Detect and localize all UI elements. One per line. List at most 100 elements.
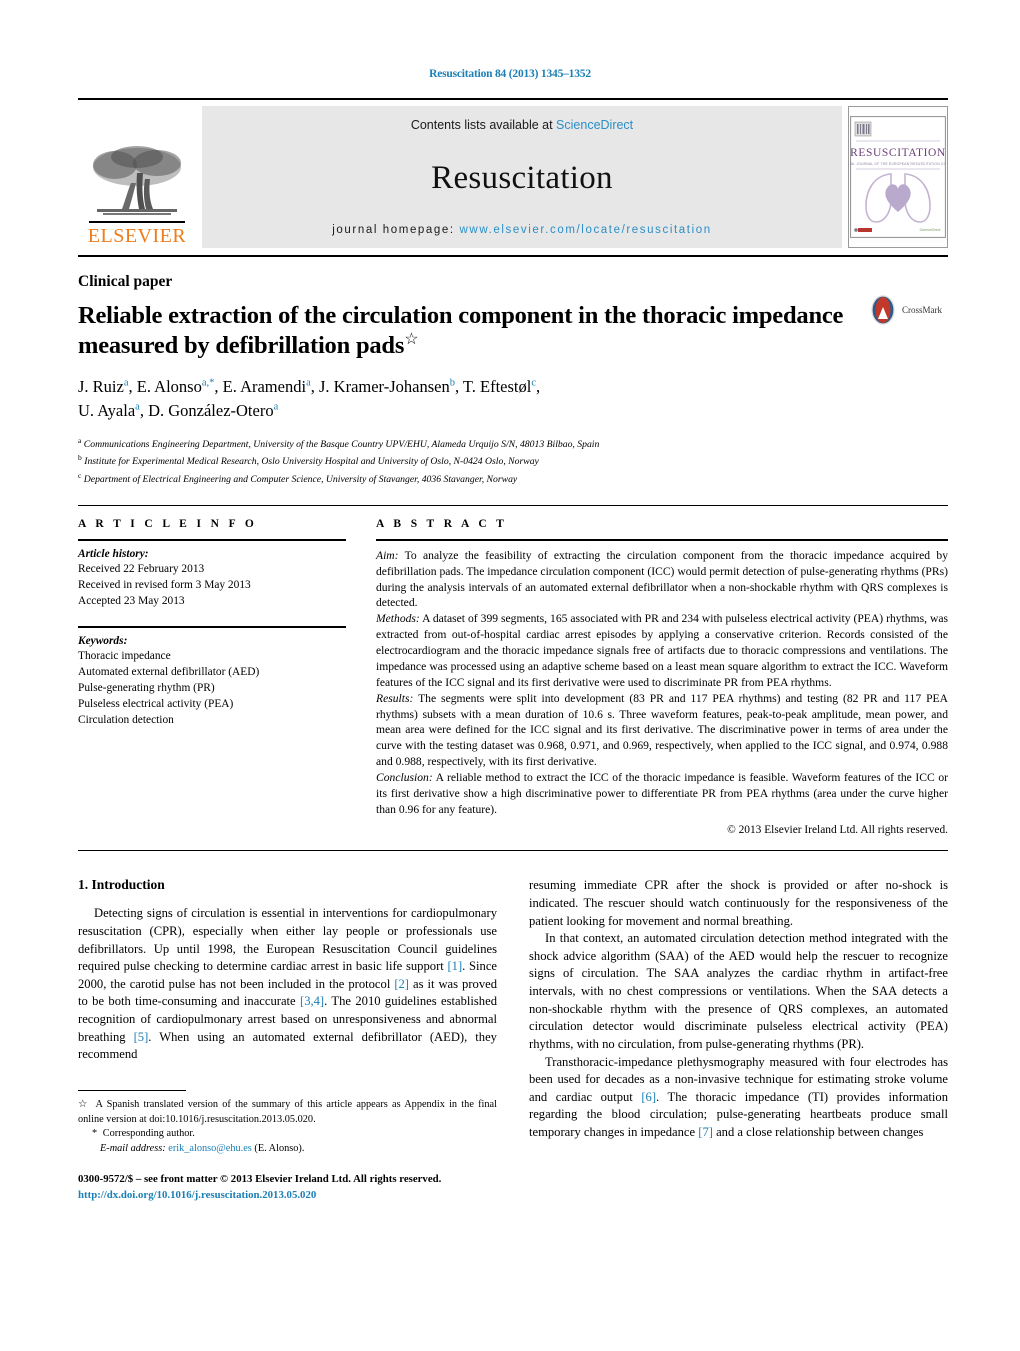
- history-item: Accepted 23 May 2013: [78, 595, 185, 608]
- author-item[interactable]: J. Kramer-Johansenb: [319, 377, 455, 396]
- affiliation-text: Institute for Experimental Medical Resea…: [84, 456, 539, 468]
- abstract-copyright: © 2013 Elsevier Ireland Ltd. All rights …: [727, 823, 948, 836]
- keyword-item: Circulation detection: [78, 714, 174, 727]
- abstract-aim-label: Aim:: [376, 548, 399, 562]
- author-item[interactable]: T. Eftestølc: [463, 377, 536, 396]
- paragraph: Detecting signs of circulation is essent…: [78, 906, 498, 1062]
- running-head: Resuscitation 84 (2013) 1345–1352: [429, 68, 591, 80]
- abstract-conclusion-text: A reliable method to extract the ICC of …: [376, 771, 948, 816]
- author-item[interactable]: E. Alonsoa,*: [137, 377, 215, 396]
- footnote-divider: [78, 1089, 186, 1092]
- abstract-heading: A B S T R A C T: [376, 518, 508, 531]
- footnote-star: ☆ A Spanish translated version of the su…: [78, 1098, 497, 1127]
- svg-text:OFFICIAL JOURNAL OF THE EUROPE: OFFICIAL JOURNAL OF THE EUROPEAN RESUSCI…: [850, 162, 946, 166]
- title-block: CrossMark Clinical paper Reliable extrac…: [78, 273, 948, 487]
- abstract-results: Results: The segments were split into de…: [376, 691, 948, 770]
- citation-ref[interactable]: [5]: [134, 1030, 149, 1044]
- abstract-conclusion: Conclusion: A reliable method to extract…: [376, 770, 948, 818]
- affiliation-text: Communications Engineering Department, U…: [83, 439, 600, 451]
- page-title: Reliable extraction of the circulation c…: [78, 301, 848, 361]
- author-affil-marker: a: [273, 401, 279, 413]
- divider: [78, 539, 346, 541]
- footnote-star-text: A Spanish translated version of the summ…: [78, 1099, 497, 1125]
- author-name: E. Aramendi: [222, 376, 307, 396]
- abstract-methods-text: A dataset of 399 segments, 165 associate…: [376, 612, 948, 689]
- keyword-item: Automated external defibrillator (AED): [78, 665, 260, 678]
- svg-text:RESUSCITATION: RESUSCITATION: [850, 147, 946, 159]
- abstract-results-label: Results:: [376, 691, 414, 705]
- author-affil-marker: b: [449, 377, 455, 389]
- abstract-methods: Methods: A dataset of 399 segments, 165 …: [376, 611, 948, 690]
- citation-ref[interactable]: [2]: [394, 977, 409, 991]
- footnote-email: E-mail address: erik_alonso@ehu.es (E. A…: [78, 1142, 497, 1157]
- affiliation-marker: a: [78, 435, 82, 445]
- footnotes: ☆ A Spanish translated version of the su…: [78, 1089, 497, 1203]
- footnote-star-marker: ☆: [78, 1099, 89, 1111]
- email-link[interactable]: erik_alonso@ehu.es: [168, 1143, 252, 1154]
- abstract-aim-text: To analyze the feasibility of extracting…: [376, 548, 948, 610]
- author-name: D. González-Otero: [148, 400, 274, 420]
- keyword-item: Pulseless electrical activity (PEA): [78, 698, 234, 711]
- divider: [376, 539, 948, 541]
- affiliation-list: a Communications Engineering Department,…: [78, 435, 948, 488]
- body-column-right: resuming immediate CPR after the shock i…: [529, 877, 948, 1203]
- journal-masthead: ELSEVIER Contents lists available at Sci…: [78, 98, 948, 257]
- homepage-prefix: journal homepage:: [332, 224, 460, 236]
- abstract-methods-label: Methods:: [376, 612, 420, 626]
- citation-ref[interactable]: [6]: [641, 1090, 656, 1104]
- history-item: Received in revised form 3 May 2013: [78, 578, 251, 591]
- intro-right-text: resuming immediate CPR after the shock i…: [529, 877, 948, 1141]
- article-info-column: A R T I C L E I N F O Article history: R…: [78, 518, 346, 838]
- keyword-item: Pulse-generating rhythm (PR): [78, 682, 215, 694]
- divider: [78, 626, 346, 628]
- footnote-corresponding-marker: *: [92, 1128, 98, 1140]
- intro-left-text: Detecting signs of circulation is essent…: [78, 905, 497, 1064]
- author-item[interactable]: E. Aramendia: [223, 377, 311, 396]
- affiliation-text: Department of Electrical Engineering and…: [83, 474, 518, 486]
- paragraph: In that context, an automated circulatio…: [529, 931, 948, 1051]
- affiliation-marker: b: [78, 453, 82, 463]
- article-kind: Clinical paper: [78, 273, 173, 290]
- citation-ref[interactable]: [7]: [698, 1125, 713, 1139]
- affiliation-marker: c: [78, 470, 82, 480]
- elsevier-logo: ELSEVIER: [78, 106, 196, 248]
- paragraph: resuming immediate CPR after the shock i…: [529, 878, 948, 928]
- elsevier-wordmark: ELSEVIER: [87, 225, 187, 247]
- author-list: J. Ruiza, E. Alonsoa,*, E. Aramendia, J.…: [78, 376, 541, 420]
- keywords-label: Keywords:: [78, 634, 128, 647]
- section-heading-introduction: 1. Introduction: [78, 877, 165, 893]
- contents-lists-line: Contents lists available at ScienceDirec…: [411, 118, 633, 132]
- doi-link[interactable]: http://dx.doi.org/10.1016/j.resuscitatio…: [78, 1187, 497, 1203]
- journal-homepage-line: journal homepage: www.elsevier.com/locat…: [332, 224, 712, 236]
- crossmark-badge[interactable]: CrossMark: [868, 295, 948, 325]
- abstract-results-text: The segments were split into development…: [376, 691, 948, 769]
- email-owner: (E. Alonso).: [251, 1142, 305, 1154]
- keyword-item: Thoracic impedance: [78, 649, 171, 662]
- body-columns: 1. Introduction Detecting signs of circu…: [78, 877, 948, 1203]
- citation-ref[interactable]: [1]: [447, 959, 462, 973]
- author-affil-marker: a: [135, 401, 140, 413]
- crossmark-icon: [871, 295, 895, 325]
- sciencedirect-link[interactable]: ScienceDirect: [556, 118, 633, 132]
- author-affil-marker: a: [306, 377, 311, 389]
- issn-block: 0300-9572/$ – see front matter © 2013 El…: [78, 1171, 497, 1203]
- citation-ref[interactable]: [3,4]: [300, 994, 324, 1008]
- svg-text:ScienceDirect: ScienceDirect: [920, 228, 941, 232]
- contents-prefix: Contents lists available at: [410, 118, 557, 132]
- journal-homepage-link[interactable]: www.elsevier.com/locate/resuscitation: [460, 224, 712, 236]
- paper-title-text: Reliable extraction of the circulation c…: [78, 302, 844, 360]
- journal-cover-thumbnail[interactable]: RESUSCITATION OFFICIAL JOURNAL OF THE EU…: [848, 106, 948, 248]
- author-item[interactable]: D. González-Oteroa: [148, 401, 278, 420]
- author-item[interactable]: U. Ayalaa: [78, 401, 140, 420]
- author-item[interactable]: J. Ruiza: [78, 377, 129, 396]
- author-name: E. Alonso: [136, 376, 202, 396]
- author-name: J. Kramer-Johansen: [318, 376, 450, 396]
- cover-art: RESUSCITATION OFFICIAL JOURNAL OF THE EU…: [850, 116, 946, 238]
- affiliation-item: b Institute for Experimental Medical Res…: [78, 452, 948, 470]
- info-abstract-region: A R T I C L E I N F O Article history: R…: [78, 505, 948, 852]
- abstract-conclusion-label: Conclusion:: [376, 771, 433, 785]
- author-name: T. Eftestøl: [462, 376, 532, 396]
- author-name: J. Ruiz: [78, 376, 124, 396]
- article-history-label: Article history:: [78, 547, 149, 560]
